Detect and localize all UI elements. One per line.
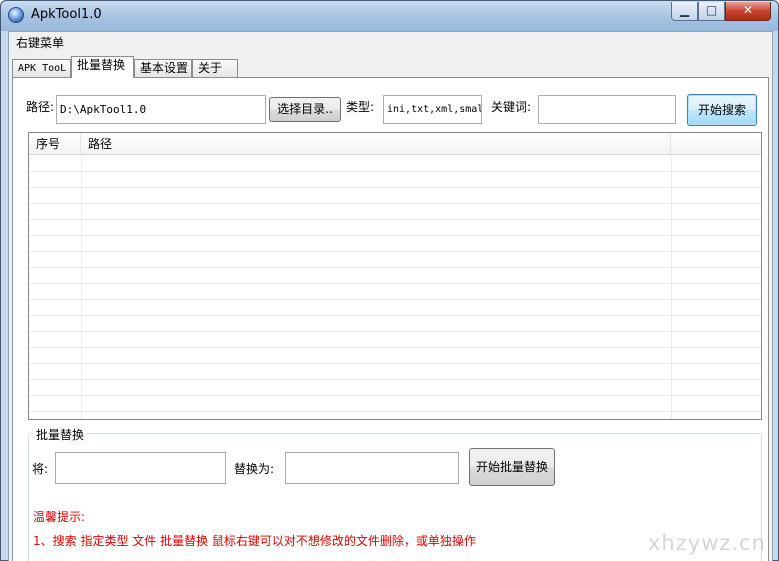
column-path[interactable]: 路径 [81, 133, 671, 155]
tab-batch-replace[interactable]: 批量替换 [71, 56, 134, 78]
title-bar[interactable]: ApkTool1.0 ▁ □ ✕ [1, 1, 778, 31]
watermark: xhzywz.cn [648, 531, 766, 555]
window-title: ApkTool1.0 [31, 7, 102, 22]
replace-group-title: 批量替换 [33, 426, 88, 443]
batch-replace-panel: 路径: D:\ApkTool1.0 选择目录.. 类型: ini,txt,xml… [12, 77, 769, 561]
replace-from-input[interactable] [55, 452, 226, 484]
start-search-button[interactable]: 开始搜索 [687, 94, 757, 126]
app-icon [8, 7, 24, 23]
file-type-input[interactable]: ini,txt,xml,smal [383, 95, 482, 124]
column-divider [671, 156, 672, 419]
replace-to-input[interactable] [285, 452, 459, 484]
client-area: 右键菜单 APK ToоL 批量替换 基本设置 关于 路径: D:\ApkToo… [8, 31, 773, 561]
minimize-button[interactable]: ▁ [671, 2, 698, 21]
maximize-button[interactable]: □ [698, 2, 725, 21]
menu-bar: 右键菜单 [9, 32, 772, 52]
hint-line-1: 1、搜索 指定类型 文件 批量替换 鼠标右键可以对不想修改的文件删除，或单独操作 [33, 534, 476, 548]
column-extra[interactable] [671, 133, 761, 155]
hint-title: 温馨提示: [33, 510, 86, 524]
start-batch-replace-button[interactable]: 开始批量替换 [469, 448, 555, 486]
replace-from-label: 将: [32, 462, 49, 476]
browse-directory-button[interactable]: 选择目录.. [269, 97, 341, 122]
results-list[interactable]: 序号 路径 [28, 132, 762, 420]
menu-item-context[interactable]: 右键菜单 [16, 34, 64, 51]
replace-to-label: 替换为: [234, 462, 275, 476]
tab-about[interactable]: 关于 [192, 59, 238, 78]
column-divider [81, 156, 82, 419]
type-label: 类型: [346, 100, 375, 114]
app-window: ApkTool1.0 ▁ □ ✕ 右键菜单 APK ToоL 批量替换 基本设置… [0, 0, 779, 561]
path-input[interactable]: D:\ApkTool1.0 [56, 95, 266, 124]
results-header: 序号 路径 [29, 133, 761, 155]
results-rows [29, 156, 761, 419]
close-button[interactable]: ✕ [725, 2, 771, 21]
keyword-label: 关键词: [491, 100, 532, 114]
keyword-input[interactable] [538, 95, 676, 124]
path-label: 路径: [26, 100, 55, 114]
tab-apktool[interactable]: APK ToоL [12, 59, 71, 78]
column-index[interactable]: 序号 [29, 133, 81, 155]
tab-basic-settings[interactable]: 基本设置 [134, 59, 192, 78]
